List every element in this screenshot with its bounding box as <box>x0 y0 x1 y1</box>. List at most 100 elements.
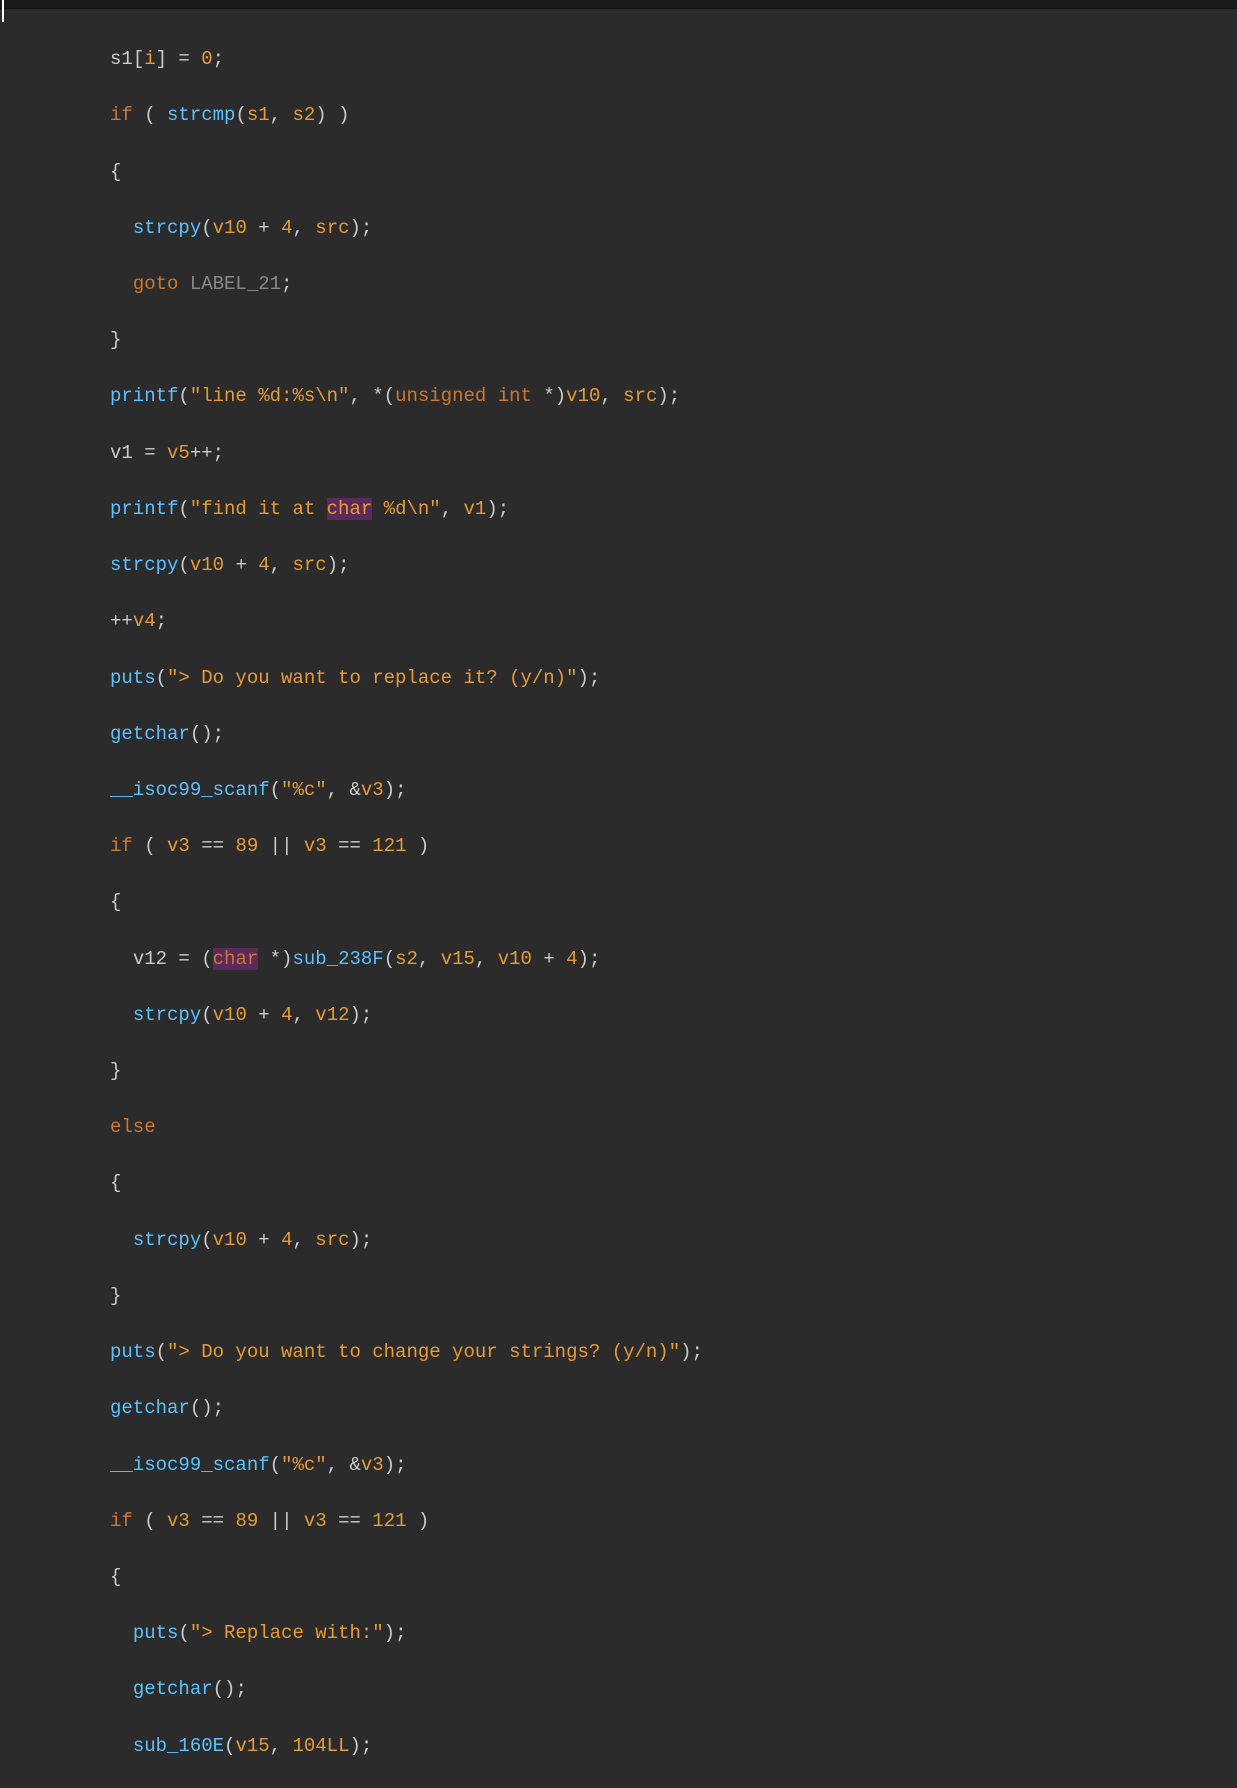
operator: == <box>327 835 373 857</box>
code-line[interactable]: strcpy(v10 + 4, v12); <box>110 1001 1237 1029</box>
comma: , <box>292 1004 315 1026</box>
code-line[interactable]: v12 = (char *)sub_238F(s2, v15, v10 + 4)… <box>110 945 1237 973</box>
code-line[interactable]: strcpy(v10 + 4, src); <box>110 1226 1237 1254</box>
variable: s1 <box>110 48 133 70</box>
string-literal: "%c" <box>281 779 327 801</box>
operator: == <box>327 1510 373 1532</box>
code-line[interactable]: puts("> Do you want to replace it? (y/n)… <box>110 664 1237 692</box>
bracket: [ <box>133 48 144 70</box>
variable: v3 <box>167 835 190 857</box>
number: 4 <box>281 1229 292 1251</box>
code-line[interactable]: strcpy(v10 + 4, src); <box>110 214 1237 242</box>
code-line[interactable]: __isoc99_scanf("%c", &v3); <box>110 1451 1237 1479</box>
operator: ] = <box>156 48 202 70</box>
variable: v3 <box>304 1510 327 1532</box>
number: 4 <box>258 554 269 576</box>
function-call: strcpy <box>110 554 178 576</box>
code-line[interactable]: s1[i] = 0; <box>110 45 1237 73</box>
code-line[interactable]: } <box>110 326 1237 354</box>
code-line[interactable]: getchar(); <box>110 720 1237 748</box>
argument: v10 <box>213 1004 247 1026</box>
operator: + <box>532 948 566 970</box>
function-call: sub_238F <box>292 948 383 970</box>
code-line[interactable]: } <box>110 1057 1237 1085</box>
paren: ); <box>657 385 680 407</box>
code-line[interactable]: puts("> Replace with:"); <box>110 1619 1237 1647</box>
paren: ); <box>327 554 350 576</box>
argument: v10 <box>213 1229 247 1251</box>
code-line[interactable]: { <box>110 888 1237 916</box>
function-call: getchar <box>133 1678 213 1700</box>
code-line[interactable]: if ( v3 == 89 || v3 == 121 ) <box>110 832 1237 860</box>
keyword-char: char <box>213 948 259 970</box>
code-line[interactable]: v1 = v5++; <box>110 439 1237 467</box>
function-call: strcpy <box>133 217 201 239</box>
code-line[interactable]: __isoc99_scanf("%c", &v3); <box>110 776 1237 804</box>
code-line[interactable]: getchar(); <box>110 1394 1237 1422</box>
paren: ); <box>486 498 509 520</box>
code-line[interactable]: goto LABEL_21; <box>110 270 1237 298</box>
code-line[interactable]: { <box>110 158 1237 186</box>
string-literal: "> Do you want to change your strings? (… <box>167 1341 680 1363</box>
paren: ( <box>178 498 189 520</box>
string-literal: %d\n" <box>372 498 440 520</box>
paren: ( <box>201 1004 212 1026</box>
comma: , <box>475 948 498 970</box>
code-line[interactable]: { <box>110 1169 1237 1197</box>
code-line[interactable]: strcpy(v10 + 4, src); <box>110 551 1237 579</box>
argument: s2 <box>292 104 315 126</box>
cast: *) <box>532 385 566 407</box>
code-line[interactable]: ++v4; <box>110 607 1237 635</box>
brace: { <box>110 1566 121 1588</box>
function-call: printf <box>110 385 178 407</box>
operator: ++; <box>190 442 224 464</box>
operator: ++ <box>110 610 133 632</box>
semicolon: ; <box>213 48 224 70</box>
code-line[interactable]: printf("line %d:%s\n", *(unsigned int *)… <box>110 382 1237 410</box>
code-line[interactable]: getchar(); <box>110 1675 1237 1703</box>
number: 89 <box>235 835 258 857</box>
comma: , <box>292 1229 315 1251</box>
number: 104LL <box>292 1735 349 1757</box>
space <box>486 385 497 407</box>
paren: ) <box>407 835 430 857</box>
paren: ( <box>133 104 167 126</box>
paren: ( <box>201 217 212 239</box>
keyword-if: if <box>110 104 133 126</box>
paren: ); <box>350 1004 373 1026</box>
paren: ( <box>384 948 395 970</box>
operator: = <box>133 442 167 464</box>
operator: + <box>247 1229 281 1251</box>
function-call: puts <box>110 667 156 689</box>
string-literal: "> Replace with:" <box>190 1622 384 1644</box>
argument: v3 <box>361 779 384 801</box>
paren: ); <box>384 779 407 801</box>
function-call: puts <box>133 1622 179 1644</box>
code-line[interactable]: else <box>110 1113 1237 1141</box>
number: 4 <box>566 948 577 970</box>
code-line[interactable]: if ( v3 == 89 || v3 == 121 ) <box>110 1507 1237 1535</box>
function-call: strcpy <box>133 1229 201 1251</box>
code-line[interactable]: if ( strcmp(s1, s2) ) <box>110 101 1237 129</box>
comma: , <box>270 104 293 126</box>
code-line[interactable]: sub_160E(v15, 104LL); <box>110 1732 1237 1760</box>
argument: v10 <box>190 554 224 576</box>
operator: || <box>258 835 304 857</box>
brace: } <box>110 1285 121 1307</box>
code-line[interactable]: puts("> Do you want to change your strin… <box>110 1338 1237 1366</box>
code-line[interactable]: printf("find it at char %d\n", v1); <box>110 495 1237 523</box>
operator: || <box>258 1510 304 1532</box>
keyword-if: if <box>110 835 133 857</box>
code-line[interactable]: { <box>110 1563 1237 1591</box>
brace: { <box>110 891 121 913</box>
code-editor[interactable]: s1[i] = 0; if ( strcmp(s1, s2) ) { strcp… <box>0 9 1237 1788</box>
argument: s1 <box>247 104 270 126</box>
label: LABEL_21 <box>190 273 281 295</box>
operator: + <box>247 1004 281 1026</box>
argument: v3 <box>361 1454 384 1476</box>
code-line[interactable]: } <box>110 1282 1237 1310</box>
function-call: getchar <box>110 1397 190 1419</box>
function-call: __isoc99_scanf <box>110 779 270 801</box>
paren: ( <box>224 1735 235 1757</box>
paren: (); <box>213 1678 247 1700</box>
